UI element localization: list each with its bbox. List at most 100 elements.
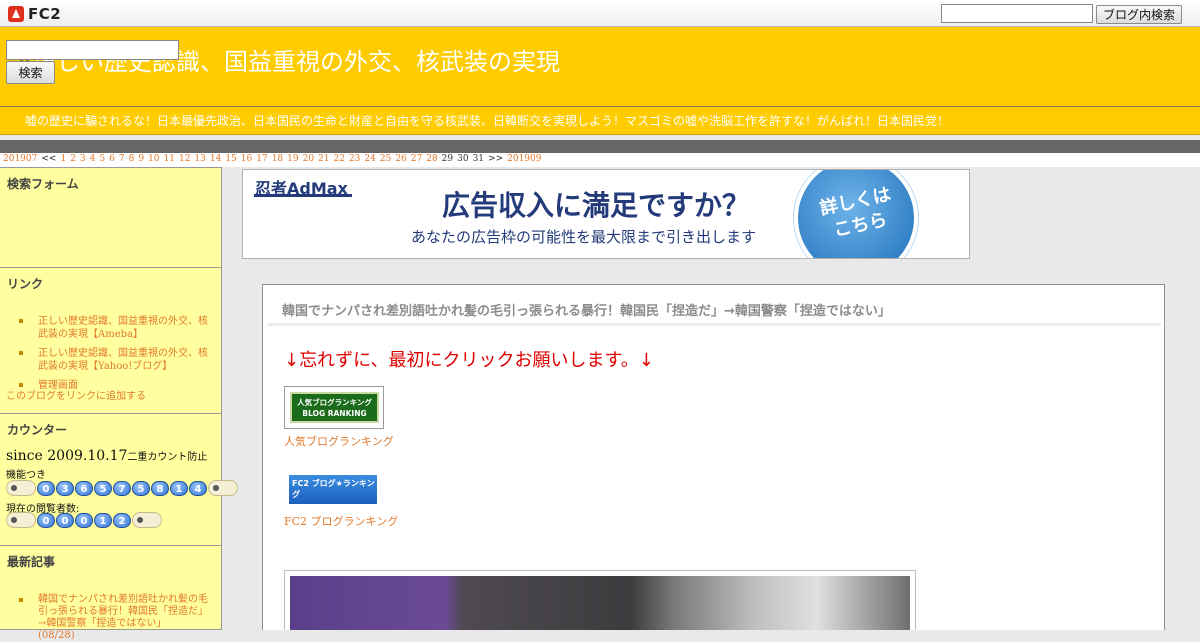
blog-search-input[interactable] xyxy=(941,4,1093,23)
calendar-day-27[interactable]: 27 xyxy=(411,154,422,164)
viewer-counter: 00012 xyxy=(6,512,163,528)
calendar-next-month[interactable]: 201909 xyxy=(507,154,541,164)
ad-banner[interactable]: 忍者AdMax 広告収入に満足ですか？ あなたの広告枠の可能性を最大限まで引き出… xyxy=(242,169,970,259)
link-item-yahoo[interactable]: 正しい歴史認識、国益重視の外交、核武装の実現【Yahoo!ブログ】 xyxy=(0,347,221,373)
entry-photo xyxy=(290,576,910,630)
counter-heading: カウンター xyxy=(7,423,68,437)
link-yahoo[interactable]: 正しい歴史認識、国益重視の外交、核武装の実現【Yahoo!ブログ】 xyxy=(38,348,208,372)
total-counter-digit: 3 xyxy=(56,480,74,496)
fc2-ranking-banner[interactable]: FC2 ブログ★ランキング xyxy=(289,475,377,504)
total-counter-digit: 4 xyxy=(189,480,207,496)
total-counter-digit: 6 xyxy=(75,480,93,496)
calendar-day-12[interactable]: 12 xyxy=(179,154,190,164)
viewer-counter-digit: 0 xyxy=(75,512,93,528)
recent-posts-widget: 最新記事 韓国でナンパされ差別語吐かれ髪の毛引っ張られる暴行！韓国民「捏造だ」→… xyxy=(0,546,221,642)
calendar-day-13[interactable]: 13 xyxy=(194,154,205,164)
calendar-day-29: 29 xyxy=(441,154,454,164)
calendar-day-9[interactable]: 9 xyxy=(138,154,144,164)
calendar-day-19[interactable]: 19 xyxy=(287,154,298,164)
bullet-icon xyxy=(19,598,23,602)
total-counter-digit: 8 xyxy=(151,480,169,496)
total-counter-digit: 0 xyxy=(37,480,55,496)
blog-ranking-banner-frame[interactable]: 人気ブログランキング BLOG RANKING xyxy=(284,386,384,429)
calendar-day-24[interactable]: 24 xyxy=(364,154,375,164)
counter-since: since 2009.10.17二重カウント防止機能つき xyxy=(6,448,216,484)
blog-search-button[interactable]: ブログ内検索 xyxy=(1096,5,1182,24)
calendar-day-1[interactable]: 1 xyxy=(60,154,66,164)
recent-post-link[interactable]: 韓国でナンパされ差別語吐かれ髪の毛引っ張られる暴行！韓国民「捏造だ」→韓国警察「… xyxy=(38,594,208,629)
calendar-bar: 201907 << 1 2 3 4 5 6 7 8 9 10 11 12 13 14 15 16 17 18 19 20 2… xyxy=(0,153,1200,167)
calendar-day-11[interactable]: 11 xyxy=(164,154,175,164)
fc2-logo-text: FC2 xyxy=(28,4,62,23)
search-form-heading: 検索フォーム xyxy=(7,177,79,191)
total-counter-digit: 1 xyxy=(170,480,188,496)
total-counter-digit: 7 xyxy=(113,480,131,496)
sheep-icon xyxy=(6,480,36,496)
sheep-icon xyxy=(132,512,162,528)
calendar-day-28[interactable]: 28 xyxy=(426,154,437,164)
links-widget: リンク 正しい歴史認識、国益重視の外交、核武装の実現【Ameba】 正しい歴史認… xyxy=(0,268,221,414)
total-counter: 036575814 xyxy=(6,480,239,496)
calendar-day-17[interactable]: 17 xyxy=(256,154,267,164)
ad-subtext: あなたの広告枠の可能性を最大限まで引き出します xyxy=(411,228,757,246)
blog-intro: 嘘の歴史に騙されるな！日本最優先政治、日本国民の生命と財産と自由を守る核武装、日… xyxy=(0,107,1200,135)
recent-post-item[interactable]: 韓国でナンパされ差別語吐かれ髪の毛引っ張られる暴行！韓国民「捏造だ」→韓国警察「… xyxy=(0,594,221,642)
link-ameba[interactable]: 正しい歴史認識、国益重視の外交、核武装の実現【Ameba】 xyxy=(38,316,208,340)
entry-title-divider xyxy=(268,323,1161,326)
calendar-day-16[interactable]: 16 xyxy=(241,154,252,164)
fc2-logo[interactable]: FC2 xyxy=(7,4,61,23)
viewer-counter-digit: 1 xyxy=(94,512,112,528)
ad-brand-underline xyxy=(254,194,352,197)
fc2-ranking-link[interactable]: FC2 ブログランキング xyxy=(284,513,398,529)
bullet-icon xyxy=(19,351,23,355)
calendar-day-2[interactable]: 2 xyxy=(70,154,76,164)
counter-widget: カウンター since 2009.10.17二重カウント防止機能つき 03657… xyxy=(0,414,238,546)
calendar-day-14[interactable]: 14 xyxy=(210,154,221,164)
bullet-icon xyxy=(19,319,23,323)
calendar-prev-arrow: << xyxy=(41,154,57,164)
total-counter-digit: 5 xyxy=(94,480,112,496)
calendar-day-31: 31 xyxy=(472,154,485,164)
calendar-prev-month[interactable]: 201907 xyxy=(3,154,37,164)
header-bottom-bar xyxy=(0,140,1200,153)
viewer-counter-digit: 0 xyxy=(37,512,55,528)
fc2-toolbar: FC2 ブログ内検索 xyxy=(0,0,1200,27)
calendar-day-22[interactable]: 22 xyxy=(334,154,345,164)
calendar-day-15[interactable]: 15 xyxy=(225,154,236,164)
entry-photo-frame xyxy=(284,570,916,630)
calendar-next-arrow: >> xyxy=(488,154,504,164)
calendar-day-4[interactable]: 4 xyxy=(90,154,96,164)
calendar-day-23[interactable]: 23 xyxy=(349,154,360,164)
sidebar-search-button[interactable]: 検索 xyxy=(6,61,55,84)
calendar-day-7[interactable]: 7 xyxy=(119,154,125,164)
since-date: since 2009.10.17 xyxy=(6,448,128,464)
fc2-logo-icon xyxy=(8,5,24,22)
blog-ranking-banner[interactable]: 人気ブログランキング BLOG RANKING xyxy=(290,392,379,423)
sidebar-search-input[interactable] xyxy=(6,40,179,60)
add-link-to-blog[interactable]: このブログをリンクに追加する xyxy=(6,387,146,402)
sidebar: 検索フォーム リンク 正しい歴史認識、国益重視の外交、核武装の実現【Ameba】… xyxy=(0,167,238,641)
calendar-day-6[interactable]: 6 xyxy=(109,154,115,164)
calendar-day-20[interactable]: 20 xyxy=(303,154,314,164)
calendar-day-10[interactable]: 10 xyxy=(148,154,159,164)
ad-headline: 広告収入に満足ですか？ xyxy=(442,189,751,222)
entry-title[interactable]: 韓国でナンパされ差別語吐かれ髪の毛引っ張られる暴行！韓国民「捏造だ」→韓国警察「… xyxy=(282,300,891,319)
calendar-day-3[interactable]: 3 xyxy=(80,154,86,164)
calendar-day-8[interactable]: 8 xyxy=(129,154,135,164)
calendar-day-21[interactable]: 21 xyxy=(318,154,329,164)
blog-ranking-link[interactable]: 人気ブログランキング xyxy=(284,433,394,449)
calendar-day-5[interactable]: 5 xyxy=(99,154,105,164)
calendar-day-30: 30 xyxy=(457,154,469,164)
calendar-day-25[interactable]: 25 xyxy=(380,154,391,164)
recent-post-date: (08/28) xyxy=(38,630,75,641)
search-form-widget: 検索フォーム xyxy=(0,168,221,268)
link-item-ameba[interactable]: 正しい歴史認識、国益重視の外交、核武装の実現【Ameba】 xyxy=(0,315,221,341)
calendar-day-18[interactable]: 18 xyxy=(272,154,283,164)
calendar-day-26[interactable]: 26 xyxy=(395,154,406,164)
viewer-counter-digit: 0 xyxy=(56,512,74,528)
recent-posts-heading: 最新記事 xyxy=(7,555,56,569)
sheep-icon xyxy=(6,512,36,528)
click-request-text: ↓忘れずに、最初にクリックお願いします。↓ xyxy=(284,350,654,371)
blog-entry: 韓国でナンパされ差別語吐かれ髪の毛引っ張られる暴行！韓国民「捏造だ」→韓国警察「… xyxy=(262,284,1165,630)
sheep-icon xyxy=(208,480,238,496)
